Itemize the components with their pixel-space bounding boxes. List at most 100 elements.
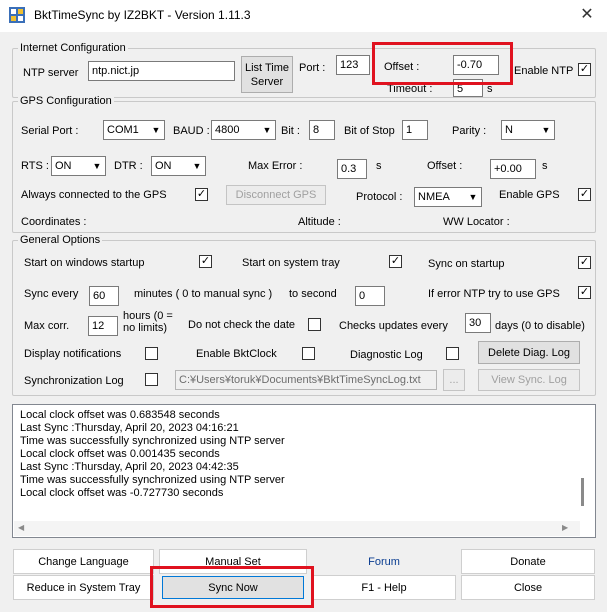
list-time-server-button[interactable]: List Time Server bbox=[241, 56, 293, 93]
donate-button[interactable]: Donate bbox=[461, 549, 595, 574]
start-tray-label: Start on system tray bbox=[242, 257, 340, 269]
not-check-date-checkbox[interactable] bbox=[308, 318, 321, 331]
chevron-down-icon: ▼ bbox=[151, 125, 161, 135]
hours-line2: no limits) bbox=[123, 322, 168, 334]
gps-offset-unit: s bbox=[542, 160, 548, 172]
ntp-server-label: NTP server bbox=[23, 67, 79, 79]
log-line: Time was successfully synchronized using… bbox=[20, 435, 285, 447]
log-line: Local clock offset was 0.001435 seconds bbox=[20, 448, 220, 460]
sync-startup-checkbox[interactable]: ✓ bbox=[578, 256, 591, 269]
sync-log-path-input[interactable]: C:¥Users¥toruk¥Documents¥BktTimeSyncLog.… bbox=[175, 370, 437, 390]
display-notif-label: Display notifications bbox=[24, 348, 122, 360]
chevron-down-icon: ▼ bbox=[468, 192, 478, 202]
chevron-down-icon: ▼ bbox=[92, 161, 102, 171]
baud-value: 4800 bbox=[215, 124, 240, 136]
chevron-down-icon: ▼ bbox=[192, 161, 202, 171]
window-close-icon[interactable]: ✕ bbox=[574, 4, 600, 26]
days-label: days (0 to disable) bbox=[495, 320, 585, 332]
enable-bktclock-checkbox[interactable] bbox=[302, 347, 315, 360]
close-button[interactable]: Close bbox=[461, 575, 595, 600]
checks-updates-label: Checks updates every bbox=[339, 320, 448, 332]
minutes-label: minutes ( 0 to manual sync ) bbox=[134, 288, 273, 300]
protocol-value: NMEA bbox=[418, 191, 450, 203]
log-line: Time was successfully synchronized using… bbox=[20, 474, 285, 486]
display-notif-checkbox[interactable] bbox=[145, 347, 158, 360]
enable-gps-label: Enable GPS bbox=[499, 189, 560, 201]
protocol-select[interactable]: NMEA ▼ bbox=[414, 187, 482, 207]
dtr-value: ON bbox=[155, 160, 172, 172]
log-line: Last Sync :Thursday, April 20, 2023 04:1… bbox=[20, 422, 239, 434]
baud-label: BAUD : bbox=[173, 125, 210, 137]
general-options-legend: General Options bbox=[18, 234, 103, 246]
serial-port-select[interactable]: COM1 ▼ bbox=[103, 120, 165, 140]
chevron-down-icon: ▼ bbox=[541, 125, 551, 135]
browse-button[interactable]: ... bbox=[443, 369, 465, 391]
dtr-select[interactable]: ON ▼ bbox=[151, 156, 206, 176]
not-check-date-label: Do not check the date bbox=[188, 319, 296, 331]
sync-now-highlight-box bbox=[150, 566, 314, 608]
parity-select[interactable]: N ▼ bbox=[501, 120, 555, 140]
gps-offset-input[interactable]: +0.00 bbox=[490, 159, 536, 179]
gps-config-legend: GPS Configuration bbox=[18, 95, 114, 107]
log-line: Local clock offset was -0.727730 seconds bbox=[20, 487, 224, 499]
reduce-system-tray-button[interactable]: Reduce in System Tray bbox=[13, 575, 154, 600]
view-sync-log-button[interactable]: View Sync. Log bbox=[478, 369, 580, 391]
log-line: Last Sync :Thursday, April 20, 2023 04:4… bbox=[20, 461, 239, 473]
max-corr-input[interactable]: 12 bbox=[88, 316, 118, 336]
bit-of-stop-input[interactable]: 1 bbox=[402, 120, 428, 140]
sync-startup-label: Sync on startup bbox=[428, 258, 505, 270]
list-time-server-line2: Server bbox=[250, 75, 284, 88]
chevron-down-icon: ▼ bbox=[262, 125, 272, 135]
rts-value: ON bbox=[55, 160, 72, 172]
start-tray-checkbox[interactable]: ✓ bbox=[389, 255, 402, 268]
scroll-left-icon[interactable]: ◀ bbox=[18, 523, 24, 532]
scroll-right-icon[interactable]: ▶ bbox=[562, 523, 568, 532]
protocol-label: Protocol : bbox=[356, 191, 403, 203]
port-input[interactable]: 123 bbox=[336, 55, 370, 75]
port-label: Port : bbox=[299, 62, 326, 74]
hours-label: hours (0 = no limits) bbox=[123, 310, 173, 334]
start-windows-checkbox[interactable]: ✓ bbox=[199, 255, 212, 268]
if-error-label: If error NTP try to use GPS bbox=[428, 288, 560, 300]
max-error-label: Max Error : bbox=[248, 160, 303, 172]
delete-diag-log-button[interactable]: Delete Diag. Log bbox=[478, 341, 580, 364]
change-language-button[interactable]: Change Language bbox=[13, 549, 154, 574]
serial-port-value: COM1 bbox=[107, 124, 139, 136]
sync-every-label: Sync every bbox=[24, 288, 79, 300]
dtr-label: DTR : bbox=[114, 160, 143, 172]
app-icon bbox=[8, 6, 26, 24]
sync-log-checkbox[interactable] bbox=[145, 373, 158, 386]
enable-bktclock-label: Enable BktClock bbox=[196, 348, 277, 360]
checks-updates-input[interactable]: 30 bbox=[465, 313, 491, 333]
max-error-unit: s bbox=[376, 160, 382, 172]
log-line: Local clock offset was 0.683548 seconds bbox=[20, 409, 220, 421]
always-connected-checkbox[interactable]: ✓ bbox=[195, 188, 208, 201]
bit-input[interactable]: 8 bbox=[309, 120, 335, 140]
hours-line1: hours (0 = bbox=[123, 310, 173, 322]
horizontal-scrollbar[interactable] bbox=[14, 521, 580, 536]
altitude-label: Altitude : bbox=[298, 216, 341, 228]
list-time-server-line1: List Time bbox=[244, 61, 289, 74]
enable-ntp-checkbox[interactable]: ✓ bbox=[578, 63, 591, 76]
coordinates-label: Coordinates : bbox=[21, 216, 87, 228]
internet-config-legend: Internet Configuration bbox=[18, 42, 128, 54]
gps-offset-label: Offset : bbox=[427, 160, 463, 172]
to-second-label: to second bbox=[289, 288, 337, 300]
forum-link[interactable]: Forum bbox=[312, 549, 456, 574]
window-title: BktTimeSync by IZ2BKT - Version 1.11.3 bbox=[34, 8, 251, 22]
diagnostic-log-checkbox[interactable] bbox=[446, 347, 459, 360]
vertical-scrollbar-thumb[interactable] bbox=[581, 478, 584, 506]
ntp-server-input[interactable]: ntp.nict.jp bbox=[88, 61, 235, 81]
sync-every-input[interactable]: 60 bbox=[89, 286, 119, 306]
if-error-checkbox[interactable]: ✓ bbox=[578, 286, 591, 299]
baud-select[interactable]: 4800 ▼ bbox=[211, 120, 276, 140]
ww-locator-label: WW Locator : bbox=[443, 216, 510, 228]
start-windows-label: Start on windows startup bbox=[24, 257, 145, 269]
disconnect-gps-button[interactable]: Disconnect GPS bbox=[226, 185, 326, 205]
max-error-input[interactable]: 0.3 bbox=[337, 159, 367, 179]
rts-select[interactable]: ON ▼ bbox=[51, 156, 106, 176]
enable-gps-checkbox[interactable]: ✓ bbox=[578, 188, 591, 201]
parity-value: N bbox=[505, 124, 513, 136]
f1-help-button[interactable]: F1 - Help bbox=[312, 575, 456, 600]
to-second-input[interactable]: 0 bbox=[355, 286, 385, 306]
